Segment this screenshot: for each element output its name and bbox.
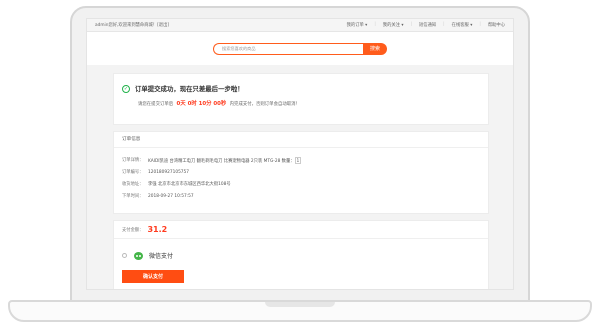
main-content: ✓ 订单提交成功，现在只差最后一步啦！ 请您在提交订单后 0天 0时 10分 0… — [87, 65, 513, 289]
nav-divider: | — [410, 22, 412, 27]
deadline-suffix: 内完成支付，否则订单会自动取消！ — [229, 102, 300, 107]
wechat-pay-label: 微信支付 — [149, 253, 174, 260]
welcome-text[interactable]: admin您好,欢迎来到慧命商城！[退出] — [95, 22, 169, 28]
confirm-payment-button[interactable]: 确认支付 — [122, 270, 184, 283]
payment-amount: 31.2 — [147, 225, 168, 234]
laptop-base — [8, 300, 592, 322]
info-value: 李强 北京市北京市东城区西华北大街108号 — [148, 182, 231, 187]
info-key: 收货地址： — [122, 182, 144, 187]
success-title-row: ✓ 订单提交成功，现在只差最后一步啦！ — [122, 84, 488, 93]
search-input[interactable]: 搜索您喜欢的商品 — [213, 42, 363, 55]
nav-help-center[interactable]: 帮助中心 — [488, 22, 505, 28]
top-nav: 我的订单 ▾ | 我的关注 ▾ | 短信通知 | 在线客服 ▾ | 帮助中心 — [347, 22, 505, 28]
nav-my-orders[interactable]: 我的订单 ▾ — [347, 22, 368, 28]
payment-card: 支付金额： 31.2 微信支付 确认支付 — [113, 220, 489, 289]
payment-deadline-text: 请您在提交订单后 0天 0时 10分 00秒 内完成支付，否则订单会自动取消！ — [138, 99, 488, 107]
wechat-icon — [134, 251, 143, 260]
nav-divider: | — [443, 22, 445, 27]
order-detail-row: 订单详情： KAIDI凯迪 台湾精工电刀 翻毛剃毛电刀 比赛宠物电器 2只装 M… — [122, 154, 488, 166]
deadline-prefix: 请您在提交订单后 — [138, 102, 174, 107]
payment-amount-row: 支付金额： 31.2 — [114, 221, 488, 239]
info-value: 120180927105757 — [148, 169, 190, 175]
info-key: 订单详情： — [122, 158, 144, 163]
laptop-notch — [265, 302, 335, 307]
nav-my-favorites[interactable]: 我的关注 ▾ — [383, 22, 404, 28]
success-title: 订单提交成功，现在只差最后一步啦！ — [135, 85, 244, 93]
wechat-pay-option[interactable]: 微信支付 — [114, 239, 488, 260]
info-key: 下单时间： — [122, 194, 144, 199]
countdown-timer: 0天 0时 10分 00秒 — [176, 101, 227, 107]
order-info-card: 订单信息 订单详情： KAIDI凯迪 台湾精工电刀 翻毛剃毛电刀 比赛宠物电器 … — [113, 131, 489, 214]
search-button[interactable]: 搜索 — [363, 42, 387, 55]
nav-divider: | — [479, 22, 481, 27]
nav-online-service[interactable]: 在线客服 ▾ — [452, 22, 473, 28]
info-value: 2018-09-27 10:57:57 — [148, 193, 194, 199]
check-circle-icon: ✓ — [122, 84, 130, 93]
info-key: 订单编号： — [122, 170, 144, 175]
search-header: 搜索您喜欢的商品 搜索 — [87, 32, 513, 65]
order-number-row: 订单编号： 120180927105757 — [122, 166, 488, 178]
payment-amount-label: 支付金额： — [122, 227, 144, 233]
nav-divider: | — [374, 22, 376, 27]
payment-radio[interactable] — [122, 253, 127, 258]
browser-screen: admin您好,欢迎来到慧命商城！[退出] 我的订单 ▾ | 我的关注 ▾ | … — [86, 18, 514, 290]
order-time-row: 下单时间： 2018-09-27 10:57:57 — [122, 190, 488, 202]
quantity-badge: 1 — [294, 156, 302, 164]
info-value: KAIDI凯迪 台湾精工电刀 翻毛剃毛电刀 比赛宠物电器 2只装 MTG-28 … — [148, 156, 302, 164]
nav-sms-notice[interactable]: 短信通知 — [419, 22, 436, 28]
order-info-header: 订单信息 — [114, 132, 488, 148]
order-success-card: ✓ 订单提交成功，现在只差最后一步啦！ 请您在提交订单后 0天 0时 10分 0… — [113, 73, 489, 125]
search-bar: 搜索您喜欢的商品 搜索 — [213, 42, 387, 55]
order-info-rows: 订单详情： KAIDI凯迪 台湾精工电刀 翻毛剃毛电刀 比赛宠物电器 2只装 M… — [114, 148, 488, 202]
top-bar: admin您好,欢迎来到慧命商城！[退出] 我的订单 ▾ | 我的关注 ▾ | … — [87, 19, 513, 32]
shipping-address-row: 收货地址： 李强 北京市北京市东城区西华北大街108号 — [122, 178, 488, 190]
